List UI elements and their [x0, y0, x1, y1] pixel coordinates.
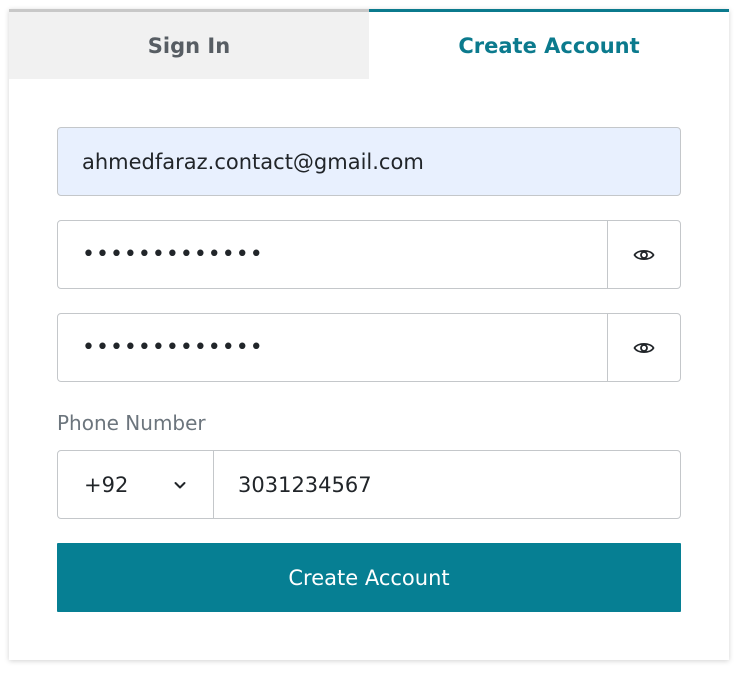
chevron-down-icon	[174, 481, 186, 488]
email-input[interactable]	[58, 128, 680, 195]
toggle-confirm-password-visibility-button[interactable]	[607, 314, 680, 381]
auth-tabs: Sign In Create Account	[9, 9, 729, 79]
country-code-value: +92	[84, 472, 129, 497]
email-field-wrapper	[57, 127, 681, 196]
confirm-password-field-wrapper	[57, 313, 681, 382]
eye-icon	[633, 249, 655, 260]
tab-sign-in[interactable]: Sign In	[9, 9, 369, 79]
create-account-card: Sign In Create Account Phone Number +92	[9, 9, 729, 660]
country-code-select[interactable]: +92	[58, 451, 214, 518]
tab-create-account[interactable]: Create Account	[369, 9, 729, 79]
phone-number-input[interactable]	[214, 451, 680, 518]
toggle-password-visibility-button[interactable]	[607, 221, 680, 288]
create-account-button[interactable]: Create Account	[57, 543, 681, 612]
phone-number-label: Phone Number	[57, 411, 206, 435]
confirm-password-input[interactable]	[58, 314, 607, 381]
password-field-wrapper	[57, 220, 681, 289]
password-input[interactable]	[58, 221, 607, 288]
eye-icon	[633, 342, 655, 353]
phone-field-wrapper: +92	[57, 450, 681, 519]
